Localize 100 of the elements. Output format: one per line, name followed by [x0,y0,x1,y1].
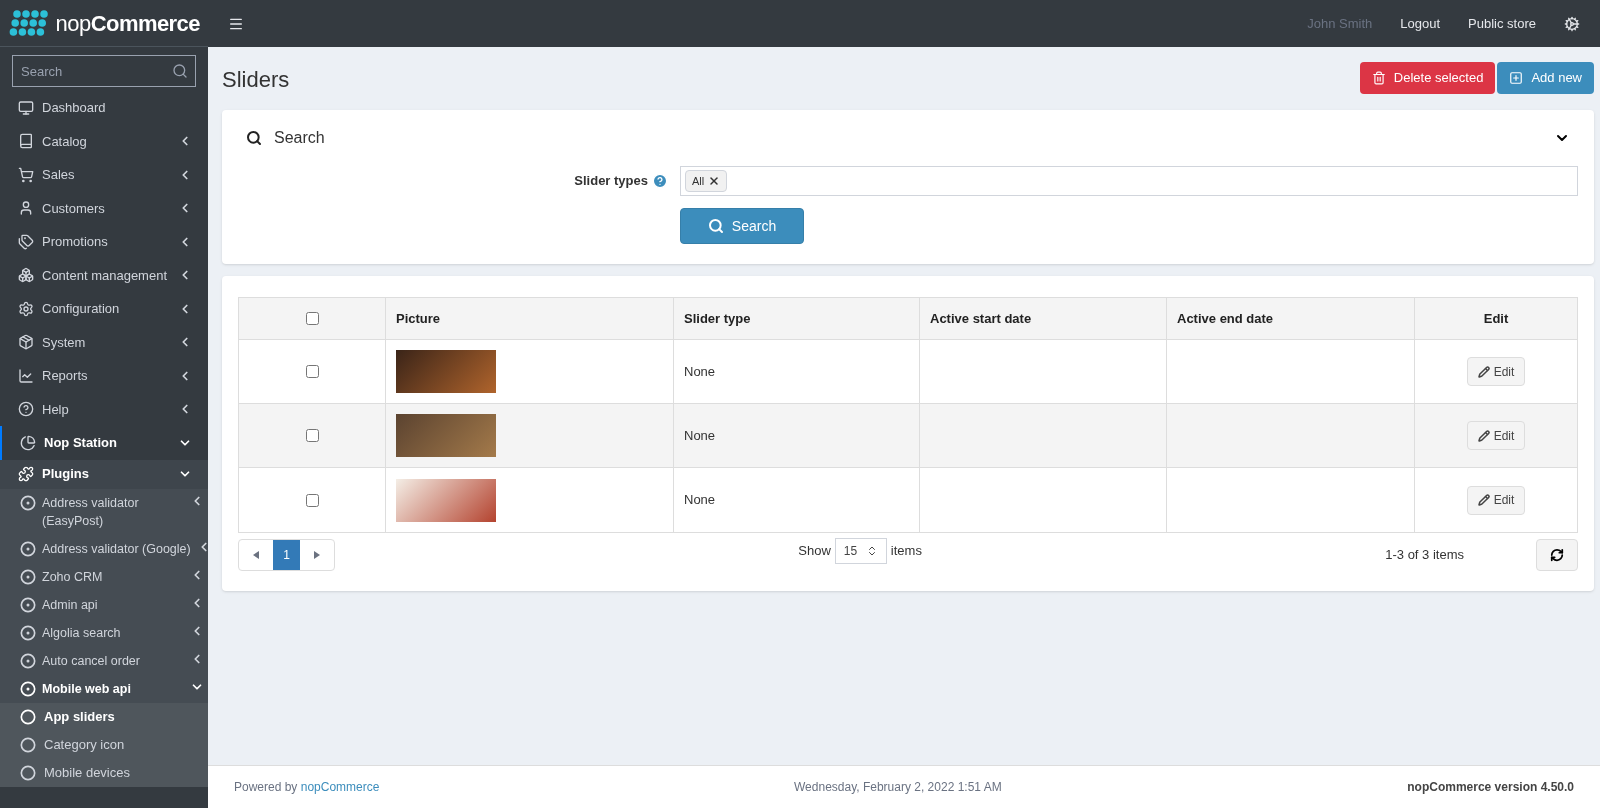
action-button[interactable]: Add new [1497,61,1594,94]
sidebar-label: Admin api [42,596,99,614]
sidebar-item[interactable]: Mobile devices [0,758,208,787]
sidebar-label: Nop Station [44,434,118,452]
sidebar-item[interactable]: Catalog [0,124,208,158]
search-icon [246,130,262,146]
sidebar-label: App sliders [44,707,115,726]
sidebar-label: Sales [42,166,76,184]
sidebar-item[interactable]: Content management [0,258,208,292]
radio-circle-icon [20,596,36,613]
sidebar-item[interactable]: Dashboard [0,91,208,125]
refresh-button[interactable] [1536,539,1578,571]
user-name: John Smith [1307,14,1373,33]
action-button[interactable]: Delete selected [1359,61,1496,94]
panel-header[interactable]: Search [222,110,1594,166]
sidebar-item[interactable]: Reports [0,359,208,393]
sidebar-label: Dashboard [42,99,107,117]
sidebar-item[interactable]: Auto cancel order [0,646,208,675]
puzzle-icon [18,466,34,482]
page-title: Sliders [222,66,290,94]
dots-logo-icon [8,8,48,38]
footer-date: Wednesday, February 2, 2022 1:51 AM [793,779,1003,796]
sidebar-label: Auto cancel order [42,652,141,670]
sidebar-label: Mobile devices [44,763,130,782]
sidebar-label: Help [42,400,70,419]
sidebar-search-field[interactable]: Search [12,55,196,87]
radio-circle-icon [20,568,36,585]
search-icon [707,218,724,234]
sidebar-item[interactable]: Plugins [0,459,208,489]
sidebar-item[interactable]: App sliders [0,702,208,731]
trash-icon [1371,70,1386,85]
search-button[interactable]: Search [680,208,804,244]
search-icon [172,63,188,79]
sidebar-label: Plugins [42,465,90,484]
sidebar-item[interactable]: Customers [0,191,208,225]
column-header: Edit [1483,309,1509,328]
sidebar-label: Address validator (Google) [42,540,191,558]
page-button[interactable]: 1 [273,540,300,570]
sidebar-item[interactable]: Sales [0,158,208,192]
pencil-icon [1477,365,1490,378]
sidebar-label: Catalog [42,132,88,151]
plus-square-icon [1509,70,1524,85]
pencil-icon [1477,494,1490,506]
refresh-icon [1550,548,1564,562]
table-cell-text: None [684,426,716,445]
radio-circle-icon [20,540,36,557]
sidebar-label: Mobile web api [42,680,132,698]
sidebar-item[interactable]: Help [0,392,208,426]
table-cell-text: None [684,362,716,381]
pencil-icon [1477,429,1490,442]
top-link[interactable]: Logout [1400,13,1441,34]
sidebar-label: Reports [42,367,89,385]
brand-name: nopCommerce [55,9,200,38]
sidebar-label: Promotions [42,233,109,251]
sidebar-label: Address validator (EasyPost) [42,494,140,530]
version-text: nopCommerce version 4.50.0 [1407,779,1574,796]
column-header: Active start date [930,309,1032,328]
footer-link[interactable]: nopCommerce [300,780,380,794]
sidebar-label: Zoho CRM [42,568,104,586]
sidebar-label: System [42,333,87,352]
edit-button[interactable]: Edit [1466,357,1526,386]
column-header: Slider type [684,309,751,328]
sidebar-item[interactable]: Category icon [0,730,208,759]
sidebar-item[interactable]: Mobile web api [0,674,208,703]
radio-circle-icon [20,680,36,697]
sidebar-item[interactable]: Zoho CRM [0,562,208,591]
left-triangle-icon [253,551,259,559]
checkbox[interactable] [305,429,319,442]
column-header: Active end date [1177,309,1274,328]
items-label: items [890,542,922,561]
sidebar-label: Configuration [42,300,121,318]
sidebar-item[interactable]: System [0,325,208,359]
field-label: Slider types [574,172,648,191]
radio-circle-icon [20,624,36,641]
circle-icon [20,736,36,753]
checkbox[interactable] [305,365,319,378]
powered-by-text: Powered by nopCommerce [234,779,381,796]
column-header: Picture [396,309,441,328]
sidebar-label: Customers [42,199,106,218]
sidebar-item[interactable]: Promotions [0,225,208,259]
top-link[interactable]: Public store [1468,13,1536,34]
page-size-select[interactable]: 15 [834,538,887,564]
show-label: Show [798,542,831,561]
edit-button[interactable]: Edit [1466,421,1526,450]
sidebar-item[interactable]: Address validator (EasyPost) [0,488,208,535]
radio-circle-icon [20,494,36,511]
sidebar-item[interactable]: Algolia search [0,618,208,647]
settings-icon[interactable] [1564,15,1580,32]
help-icon[interactable] [652,173,668,189]
sidebar-item[interactable]: Admin api [0,590,208,619]
sidebar-label: Content management [42,266,169,285]
checkbox[interactable] [305,312,319,325]
tag-input-field[interactable]: All [680,166,1578,196]
sidebar-item[interactable]: Configuration [0,292,208,326]
tag-chip[interactable]: All [685,170,728,192]
edit-button[interactable]: Edit [1466,485,1526,515]
sidebar-item[interactable]: Address validator (Google) [0,534,208,563]
checkbox[interactable] [305,493,319,507]
close-icon[interactable] [708,175,721,187]
radio-circle-icon [20,652,36,669]
